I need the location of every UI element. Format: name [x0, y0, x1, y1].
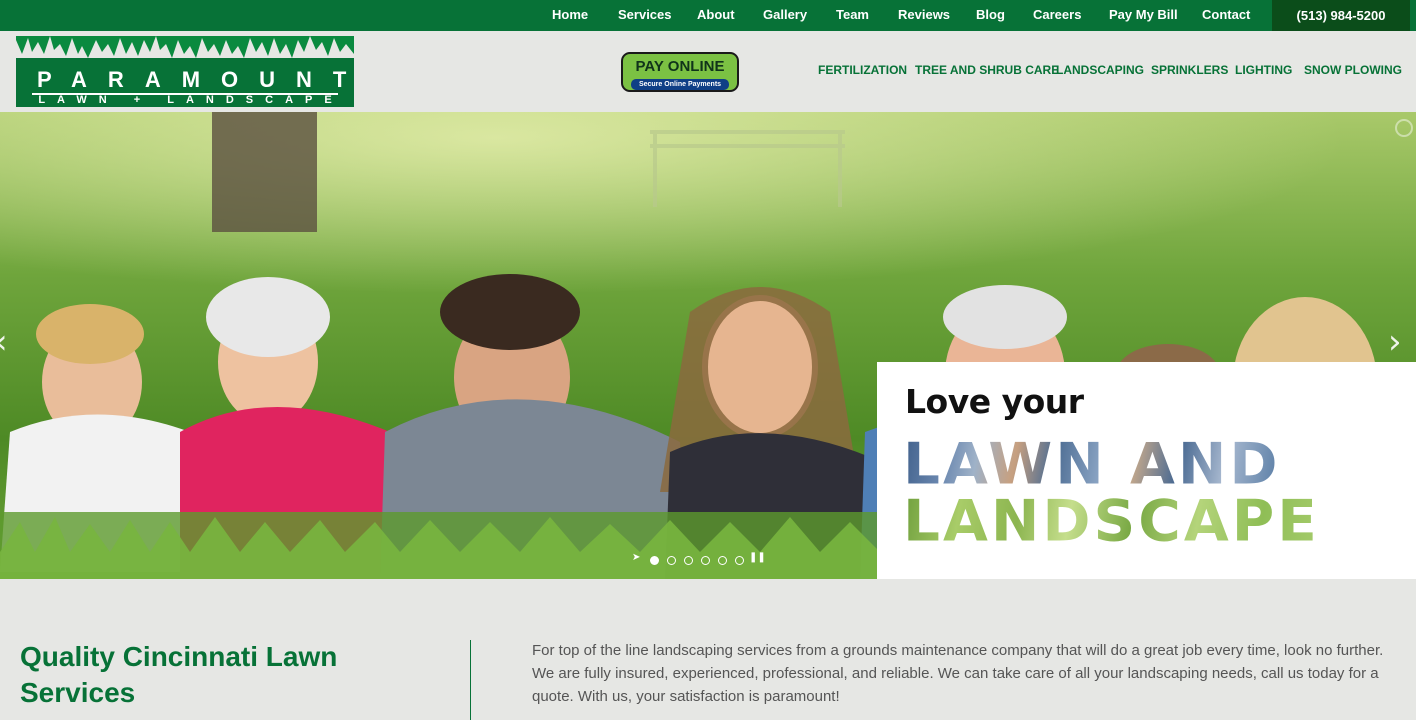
slider-dot[interactable]: [650, 556, 659, 565]
logo-tagline: LAWN + LANDSCAPE: [38, 94, 344, 106]
slider-dot[interactable]: [684, 556, 693, 565]
nav-blog[interactable]: Blog: [976, 7, 1005, 22]
nav-contact[interactable]: Contact: [1202, 7, 1250, 22]
logo-name: PARAMOUNT: [37, 67, 354, 92]
paramount-logo[interactable]: PARAMOUNT LAWN + LANDSCAPE: [16, 36, 354, 107]
vertical-divider: [470, 640, 471, 720]
hero-headline-card: Love your LAWN AND LANDSCAPE: [877, 362, 1416, 579]
slider-dot[interactable]: [735, 556, 744, 565]
service-landscaping[interactable]: LANDSCAPING: [1056, 63, 1144, 77]
slider-dot[interactable]: [667, 556, 676, 565]
service-snow-plowing[interactable]: SNOW PLOWING: [1304, 63, 1402, 77]
slider-dot[interactable]: [718, 556, 727, 565]
nav-home[interactable]: Home: [552, 7, 588, 22]
nav-careers[interactable]: Careers: [1033, 7, 1081, 22]
grass-logo-graphic: [16, 36, 354, 66]
intro-section: Quality Cincinnati Lawn Services For top…: [0, 579, 1416, 720]
service-fertilization[interactable]: FERTILIZATION: [818, 63, 907, 77]
slider-dot[interactable]: [701, 556, 710, 565]
slider-pause-icon[interactable]: ❚❚: [749, 552, 766, 563]
hero-heading-small: Love your: [905, 382, 1084, 421]
slider-play-icon[interactable]: ➤: [632, 552, 640, 563]
nav-services[interactable]: Services: [618, 7, 672, 22]
nav-team[interactable]: Team: [836, 7, 869, 22]
hero-heading-line2: LANDSCAPE: [903, 487, 1320, 555]
nav-reviews[interactable]: Reviews: [898, 7, 950, 22]
nav-about[interactable]: About: [697, 7, 735, 22]
service-lighting[interactable]: LIGHTING: [1235, 63, 1292, 77]
intro-title: Quality Cincinnati Lawn Services: [20, 641, 338, 708]
top-bar: Home Services About Gallery Team Reviews…: [0, 0, 1416, 31]
intro-paragraph: For top of the line landscaping services…: [532, 642, 1384, 705]
phone-number-link[interactable]: (513) 984-5200: [1272, 0, 1410, 31]
slider-next-arrow-icon[interactable]: ›: [1388, 322, 1402, 362]
slider-prev-arrow-icon[interactable]: ‹: [0, 322, 8, 362]
pay-online-sublabel: Secure Online Payments: [631, 79, 729, 90]
hero-slider: ‹ › ➤ ❚❚ Love your LAWN AND LANDSCAPE: [0, 112, 1416, 579]
pay-online-label: PAY ONLINE: [635, 58, 725, 75]
top-nav: Home Services About Gallery Team Reviews…: [0, 0, 1272, 31]
nav-gallery[interactable]: Gallery: [763, 7, 807, 22]
nav-pay-my-bill[interactable]: Pay My Bill: [1109, 7, 1178, 22]
service-sprinklers[interactable]: SPRINKLERS: [1151, 63, 1228, 77]
pay-online-button[interactable]: PAY ONLINE Secure Online Payments: [621, 52, 739, 92]
site-header: PARAMOUNT LAWN + LANDSCAPE PAY ONLINE Se…: [0, 31, 1416, 112]
loading-spinner-icon: [1395, 119, 1413, 137]
service-tree-shrub-care[interactable]: TREE AND SHRUB CARE: [915, 63, 1059, 77]
